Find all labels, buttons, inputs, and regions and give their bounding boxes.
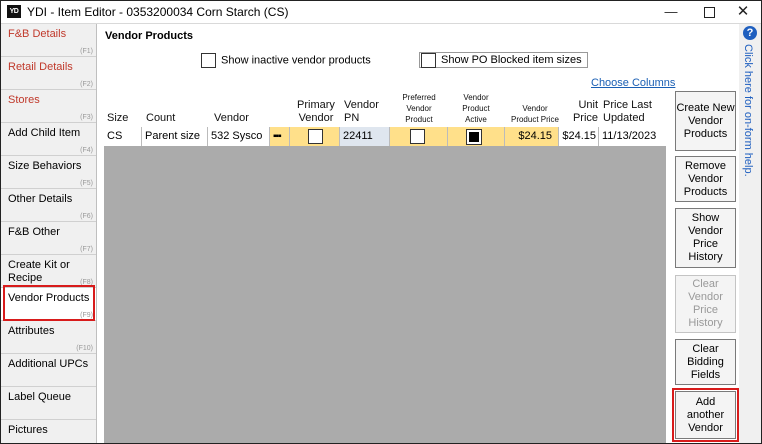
sidebar-item-label: Attributes (8, 325, 55, 337)
col-header-preferred[interactable]: Preferred Vendor Product (394, 92, 444, 125)
show-blocked-checkbox[interactable]: Show PO Blocked item sizes (419, 52, 588, 71)
sidebar-item-size-behaviors[interactable]: Size Behaviors (F5) (1, 156, 96, 189)
app-icon: YD (7, 5, 21, 18)
show-blocked-frame: Show PO Blocked item sizes (419, 52, 588, 69)
preferred-checkbox[interactable] (410, 129, 425, 144)
sidebar-item-label: Add Child Item (8, 127, 81, 139)
title-bar: YD YDI - Item Editor - 0353200034 Corn S… (1, 1, 761, 24)
clear-vendor-price-history-button[interactable]: Clear Vendor Price History (675, 275, 736, 333)
primary-vendor-checkbox[interactable] (308, 129, 323, 144)
sidebar-item-attributes[interactable]: Attributes (F10) (1, 321, 96, 354)
col-header-vendor[interactable]: Vendor (214, 112, 249, 125)
sidebar-item-shortcut: (F5) (80, 180, 93, 187)
help-strip[interactable]: ? Click here for on-form help. (740, 24, 761, 443)
sidebar-item-shortcut: (F1) (80, 48, 93, 55)
sidebar-item-label: F&B Details (8, 28, 67, 40)
col-header-unit-price[interactable]: Unit Price (562, 99, 598, 125)
sidebar-item-fb-other[interactable]: F&B Other (F7) (1, 222, 96, 255)
cell-vendor[interactable]: 532 Sysco (208, 127, 270, 146)
show-blocked-label: Show PO Blocked item sizes (441, 54, 582, 67)
col-header-price-updated[interactable]: Price Last Updated (603, 99, 663, 125)
vendor-products-panel: Vendor Products Show inactive vendor pro… (97, 24, 739, 443)
sidebar-item-shortcut: (F4) (80, 147, 93, 154)
sidebar-item-label: Create Kit or Recipe (8, 259, 70, 284)
sidebar-item-other-details[interactable]: Other Details (F6) (1, 189, 96, 222)
cell-vendor-price[interactable]: $24.15 (505, 127, 559, 146)
sidebar-item-shortcut: (F10) (76, 345, 93, 352)
add-vendor-highlight (672, 388, 739, 442)
cell-active[interactable] (448, 127, 505, 146)
remove-vendor-products-button[interactable]: Remove Vendor Products (675, 156, 736, 202)
sidebar-item-label: Pictures (8, 424, 48, 436)
close-button[interactable]: ✕ (725, 1, 761, 23)
sidebar-item-stores[interactable]: Stores (F3) (1, 90, 96, 123)
sidebar-item-label: Other Details (8, 193, 73, 205)
create-vendor-products-button[interactable]: Create New Vendor Products (675, 91, 736, 151)
cell-size[interactable]: CS (104, 127, 142, 146)
sidebar-item-label: Label Queue (8, 391, 71, 403)
sidebar-item-create-kit-or-recipe[interactable]: Create Kit or Recipe (F8) (1, 255, 96, 288)
item-editor-window: YD YDI - Item Editor - 0353200034 Corn S… (0, 0, 762, 444)
choose-columns-link[interactable]: Choose Columns (591, 77, 675, 89)
col-header-size[interactable]: Size (107, 112, 128, 125)
checkbox-icon (421, 53, 436, 68)
sidebar-item-label: Stores (8, 94, 40, 106)
show-inactive-checkbox[interactable]: Show inactive vendor products (201, 53, 371, 71)
sidebar-item-fb-details[interactable]: F&B Details (F1) (1, 24, 96, 57)
col-header-count[interactable]: Count (146, 112, 175, 125)
vendor-lookup-button[interactable]: ▪▪▪ (270, 127, 290, 146)
cell-primary-vendor[interactable] (290, 127, 340, 146)
sidebar-item-label: Additional UPCs (8, 358, 89, 370)
active-checkbox[interactable] (466, 129, 482, 145)
maximize-button[interactable] (691, 1, 727, 23)
checkbox-icon (201, 53, 216, 68)
sidebar-item-shortcut: (F6) (80, 213, 93, 220)
page-title: Vendor Products (105, 30, 194, 42)
show-vendor-price-history-button[interactable]: Show Vendor Price History (675, 208, 736, 268)
vendor-products-grid[interactable]: Size Count Vendor Primary Vendor Vendor … (104, 91, 666, 443)
cell-unit-price[interactable]: $24.15 (559, 127, 599, 146)
grid-header: Size Count Vendor Primary Vendor Vendor … (104, 91, 666, 127)
sidebar-item-label: Size Behaviors (8, 160, 82, 172)
show-inactive-label: Show inactive vendor products (221, 54, 371, 67)
table-row[interactable]: CS Parent size 532 Sysco ▪▪▪ 22411 $24.1… (104, 127, 666, 146)
sidebar-item-pictures[interactable]: Pictures (1, 420, 96, 443)
col-header-vendor-price[interactable]: Vendor Product Price (510, 103, 560, 125)
cell-vendor-pn[interactable]: 22411 (340, 127, 390, 146)
col-header-vendor-pn[interactable]: Vendor PN (344, 99, 380, 125)
sidebar-item-shortcut: (F2) (80, 81, 93, 88)
sidebar-item-add-child-item[interactable]: Add Child Item (F4) (1, 123, 96, 156)
col-header-active[interactable]: Vendor Product Active (451, 92, 501, 125)
maximize-icon (703, 7, 715, 19)
sidebar-item-label-queue[interactable]: Label Queue (1, 387, 96, 420)
col-header-primary-vendor[interactable]: Primary Vendor (291, 99, 341, 125)
sidebar: F&B Details (F1) Retail Details (F2) Sto… (1, 24, 97, 443)
cell-preferred[interactable] (390, 127, 448, 146)
sidebar-item-shortcut: (F3) (80, 114, 93, 121)
window-title: YDI - Item Editor - 0353200034 Corn Star… (27, 5, 289, 19)
vendor-products-highlight (3, 285, 95, 321)
clear-bidding-fields-button[interactable]: Clear Bidding Fields (675, 339, 736, 385)
sidebar-item-additional-upcs[interactable]: Additional UPCs (1, 354, 96, 387)
sidebar-item-label: F&B Other (8, 226, 60, 238)
cell-count[interactable]: Parent size (142, 127, 208, 146)
cell-price-updated[interactable]: 11/13/2023 (599, 127, 666, 146)
help-text[interactable]: Click here for on-form help. (742, 44, 754, 177)
help-icon[interactable]: ? (743, 26, 757, 40)
sidebar-item-shortcut: (F7) (80, 246, 93, 253)
sidebar-item-retail-details[interactable]: Retail Details (F2) (1, 57, 96, 90)
minimize-button[interactable]: — (653, 1, 689, 23)
sidebar-item-label: Retail Details (8, 61, 73, 73)
